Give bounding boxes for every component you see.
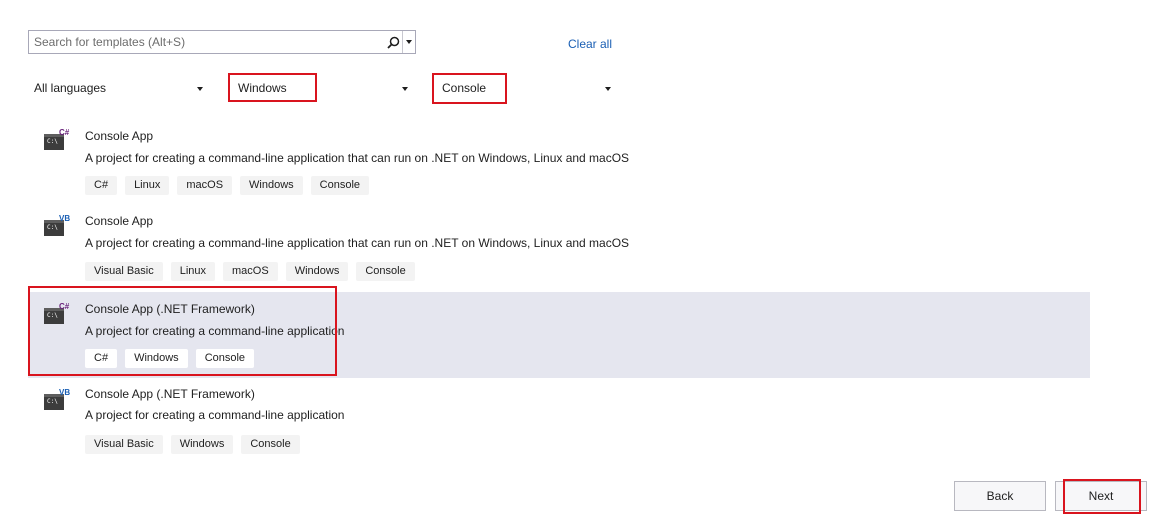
- language-filter[interactable]: All languages: [28, 74, 213, 102]
- tag: Visual Basic: [85, 435, 163, 454]
- tag: Windows: [125, 349, 188, 368]
- tag: Linux: [170, 262, 216, 281]
- template-item-console-app-framework-cs[interactable]: C:\ C# Console App (.NET Framework) A pr…: [28, 292, 1090, 378]
- template-description: A project for creating a command-line ap…: [85, 151, 630, 165]
- tag: Linux: [125, 176, 170, 195]
- template-tags: Visual Basic Linux macOS Windows Console: [85, 262, 415, 281]
- search-options-dropdown[interactable]: [402, 31, 415, 53]
- tag: C#: [85, 349, 118, 368]
- console-app-vb-icon: C:\ VB: [44, 214, 74, 238]
- tag: macOS: [223, 262, 278, 281]
- console-app-framework-cs-icon: C:\ C#: [44, 302, 74, 326]
- template-name: Console App: [85, 129, 154, 143]
- chevron-down-icon: [406, 40, 412, 44]
- search-box: [28, 30, 416, 54]
- template-description: A project for creating a command-line ap…: [85, 408, 345, 422]
- template-item-console-app-cs[interactable]: C:\ C# Console App A project for creatin…: [28, 122, 1090, 202]
- template-name: Console App (.NET Framework): [85, 302, 255, 316]
- clear-all-link[interactable]: Clear all: [568, 37, 612, 51]
- console-app-cs-icon: C:\ C#: [44, 128, 74, 152]
- chevron-down-icon: [605, 87, 611, 91]
- tag: macOS: [177, 176, 233, 195]
- platform-filter-value: Windows: [238, 81, 287, 95]
- console-app-framework-vb-icon: C:\ VB: [44, 388, 74, 412]
- tag: Console: [241, 435, 300, 454]
- template-tags: Visual Basic Windows Console: [85, 435, 300, 454]
- search-icon[interactable]: [384, 31, 402, 53]
- template-item-console-app-vb[interactable]: C:\ VB Console App A project for creatin…: [28, 207, 1090, 287]
- tag: Windows: [285, 262, 349, 281]
- tag: Console: [356, 262, 415, 281]
- template-name: Console App: [85, 214, 154, 228]
- template-tags: C# Linux macOS Windows Console: [85, 176, 370, 195]
- next-button[interactable]: Next: [1055, 481, 1147, 511]
- chevron-down-icon: [402, 87, 408, 91]
- tag: C#: [85, 176, 118, 195]
- tag: Console: [195, 349, 255, 368]
- template-name: Console App (.NET Framework): [85, 387, 255, 401]
- language-filter-value: All languages: [34, 81, 107, 95]
- project-type-filter[interactable]: Console: [432, 74, 617, 102]
- tag: Visual Basic: [85, 262, 163, 281]
- template-description: A project for creating a command-line ap…: [85, 236, 630, 250]
- back-button[interactable]: Back: [954, 481, 1046, 511]
- tag: Console: [310, 176, 370, 195]
- tag: Windows: [240, 176, 303, 195]
- search-input[interactable]: [29, 31, 385, 53]
- project-type-filter-value: Console: [442, 81, 487, 95]
- template-tags: C# Windows Console: [85, 349, 255, 368]
- platform-filter[interactable]: Windows: [228, 74, 413, 102]
- chevron-down-icon: [197, 87, 203, 91]
- tag: Windows: [170, 435, 234, 454]
- template-item-console-app-framework-vb[interactable]: C:\ VB Console App (.NET Framework) A pr…: [28, 382, 1090, 462]
- template-description: A project for creating a command-line ap…: [85, 324, 345, 338]
